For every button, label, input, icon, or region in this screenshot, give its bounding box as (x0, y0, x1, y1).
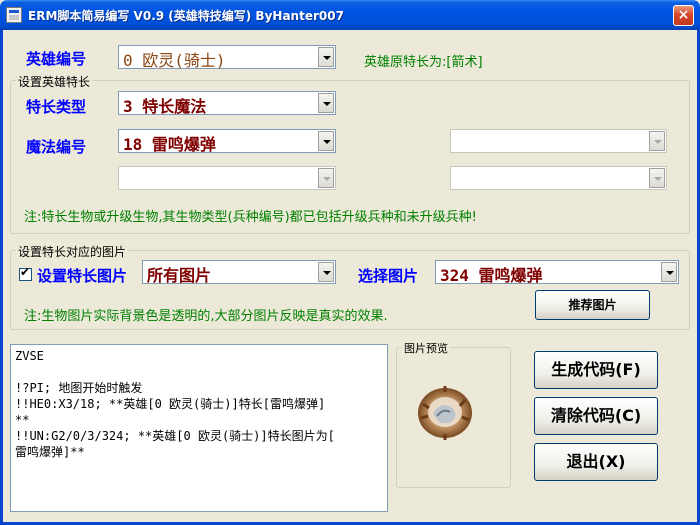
title-bar: ERM脚本简易编写 V0.9 (英雄特技编写) ByHanter007 × (0, 0, 700, 30)
specialty-group-title: 设置英雄特长 (16, 73, 93, 90)
spell-preview-icon (418, 386, 472, 440)
app-icon (6, 7, 22, 23)
picture-preview-title: 图片预览 (402, 340, 450, 356)
extra-select-3[interactable] (450, 166, 667, 190)
specialty-note: 注:特长生物或升级生物,其生物类型(兵种编号)都已包括升级兵种和未升级兵种! (24, 210, 477, 225)
chevron-down-icon[interactable] (318, 47, 334, 67)
hero-select-value: 0 欧灵(骑士) (123, 51, 226, 70)
extra-select-2[interactable] (118, 166, 336, 190)
specialty-type-select[interactable]: 3 特长魔法 (118, 91, 336, 116)
chevron-down-icon[interactable] (318, 168, 334, 188)
window-border-left (0, 30, 3, 525)
extra-select-1[interactable] (450, 129, 667, 153)
close-button[interactable]: × (673, 5, 694, 26)
chevron-down-icon[interactable] (649, 168, 665, 188)
generate-code-button[interactable]: 生成代码(F) (534, 351, 658, 389)
original-specialty-text: 英雄原特长为:[箭术] (364, 55, 483, 70)
hero-label: 英雄编号 (26, 50, 87, 68)
select-picture-value: 324 雷鸣爆弹 (440, 266, 543, 285)
select-picture-label: 选择图片 (358, 267, 419, 285)
spell-number-label: 魔法编号 (26, 138, 87, 156)
hero-select[interactable]: 0 欧灵(骑士) (118, 45, 336, 70)
specialty-type-value: 3 特长魔法 (123, 97, 207, 116)
chevron-down-icon[interactable] (318, 262, 334, 282)
code-textarea[interactable]: ZVSE !?PI; 地图开始时触发 !!HE0:X3/18; **英雄[0 欧… (10, 344, 388, 512)
select-picture-select[interactable]: 324 雷鸣爆弹 (435, 260, 679, 285)
spell-number-select[interactable]: 18 雷鸣爆弹 (118, 129, 336, 154)
clear-code-button[interactable]: 清除代码(C) (534, 397, 658, 435)
exit-button[interactable]: 退出(X) (534, 443, 658, 481)
picture-filter-select[interactable]: 所有图片 (142, 260, 336, 285)
check-icon: ✔ (20, 265, 31, 279)
specialty-type-label: 特长类型 (26, 98, 87, 116)
set-picture-checkbox[interactable]: ✔ (19, 265, 32, 281)
picture-filter-value: 所有图片 (147, 266, 212, 285)
picture-note: 注:生物图片实际背景色是透明的,大部分图片反映是真实的效果. (24, 309, 388, 324)
chevron-down-icon[interactable] (661, 262, 677, 282)
chevron-down-icon[interactable] (649, 131, 665, 151)
chevron-down-icon[interactable] (318, 93, 334, 113)
set-picture-label[interactable]: 设置特长图片 (37, 265, 127, 286)
recommend-picture-button[interactable]: 推荐图片 (535, 290, 650, 320)
window-title: ERM脚本简易编写 V0.9 (英雄特技编写) ByHanter007 (28, 9, 344, 23)
chevron-down-icon[interactable] (318, 131, 334, 151)
picture-group-title: 设置特长对应的图片 (16, 243, 129, 260)
spell-number-value: 18 雷鸣爆弹 (123, 135, 216, 154)
